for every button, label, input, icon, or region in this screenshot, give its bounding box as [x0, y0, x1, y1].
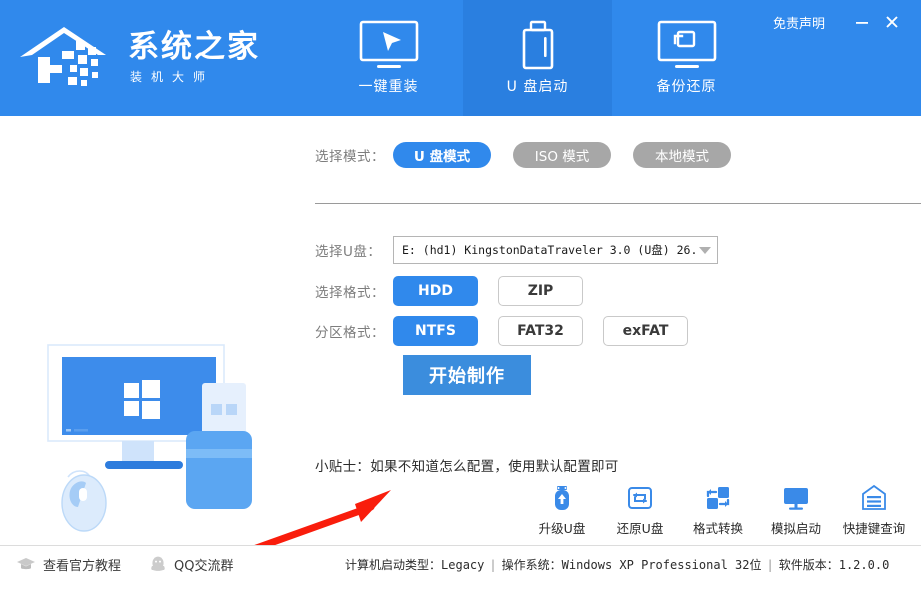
disclaimer-link[interactable]: 免责声明 [773, 13, 825, 32]
os-label: 操作系统： [501, 557, 562, 572]
close-button[interactable] [877, 10, 907, 34]
partition-select-row: 分区格式： NTFS FAT32 exFAT [315, 316, 708, 346]
info-separator: | [489, 557, 497, 572]
partition-option-fat32[interactable]: FAT32 [498, 316, 583, 346]
brand-logo[interactable]: 系统之家 装机大师 [0, 0, 300, 116]
usb-upgrade-icon [547, 481, 577, 515]
qq-penguin-icon [149, 555, 167, 573]
brand-title: 系统之家 [128, 28, 260, 65]
pc-monitor-usb-mouse-illustration [30, 331, 300, 551]
tip-text: 小贴士：如果不知道怎么配置，使用默认配置即可 [315, 459, 619, 475]
format-option-zip[interactable]: ZIP [498, 276, 583, 306]
info-separator: | [766, 557, 774, 572]
official-tutorial-link[interactable]: 查看官方教程 [16, 555, 121, 574]
tab-label: U 盘启动 [506, 79, 569, 95]
status-bar: 查看官方教程 QQ交流群 计算机启动类型：Legacy | 操作系统：Windows… [0, 545, 921, 582]
tool-label: 格式转换 [692, 521, 743, 536]
simulate-boot-monitor-icon [781, 481, 811, 515]
partition-option-exfat[interactable]: exFAT [603, 316, 688, 346]
partition-option-ntfs[interactable]: NTFS [393, 316, 478, 346]
boot-type-label: 计算机启动类型： [345, 557, 442, 572]
tab-label: 备份还原 [656, 79, 717, 95]
tutorial-label: 查看官方教程 [43, 558, 122, 574]
chevron-down-icon [699, 246, 711, 254]
tool-label: 快捷键查询 [842, 521, 906, 536]
usb-restore-icon [625, 481, 655, 515]
window-controls: 免责声明 [773, 10, 907, 34]
usb-drive-icon [502, 20, 574, 72]
panel-divider [315, 203, 921, 204]
tab-backup-restore[interactable]: 备份还原 [612, 0, 761, 116]
tool-format-convert[interactable]: 格式转换 [679, 481, 757, 537]
bottom-tool-strip: 升级U盘 还原U盘 格式转换 模拟启动 快捷键查询 [523, 481, 913, 545]
minimize-icon [856, 22, 868, 24]
boot-type-value: Legacy [441, 557, 485, 572]
app-window: 系统之家 装机大师 一键重装 U 盘启动 备份还原 免责声明 选择模式： U 盘… [0, 0, 921, 582]
cursor-screen-icon [353, 20, 425, 72]
format-convert-icon [703, 481, 733, 515]
tool-restore-usb[interactable]: 还原U盘 [601, 481, 679, 537]
tool-simulate-boot[interactable]: 模拟启动 [757, 481, 835, 537]
close-icon [886, 16, 898, 28]
start-make-button[interactable]: 开始制作 [403, 355, 531, 395]
version-value: 1.2.0.0 [838, 557, 890, 572]
app-header: 系统之家 装机大师 一键重装 U 盘启动 备份还原 免责声明 [0, 0, 921, 116]
header-tabs: 一键重装 U 盘启动 备份还原 [314, 0, 761, 116]
hotkey-lookup-icon [859, 481, 889, 515]
mode-label: 选择模式： [315, 149, 385, 165]
os-value: Windows XP Professional 32位 [561, 557, 762, 572]
house-pixel-logo-icon [18, 21, 126, 95]
tab-usb-boot[interactable]: U 盘启动 [463, 0, 612, 116]
mode-option-iso[interactable]: ISO 模式 [513, 142, 611, 168]
tool-label: 模拟启动 [770, 521, 821, 536]
qq-label: QQ交流群 [174, 558, 234, 574]
format-select-row: 选择格式： HDD ZIP [315, 276, 603, 306]
tool-label: 还原U盘 [616, 521, 664, 536]
minimize-button[interactable] [847, 10, 877, 34]
mode-option-usb[interactable]: U 盘模式 [393, 142, 491, 168]
partition-label: 分区格式： [315, 325, 385, 341]
mode-select-row: 选择模式： U 盘模式 ISO 模式 本地模式 [315, 142, 753, 168]
graduation-cap-icon [16, 556, 36, 572]
qq-group-link[interactable]: QQ交流群 [149, 555, 233, 574]
usb-drive-select[interactable]: E: (hd1) KingstonDataTraveler 3.0 (U盘) 2… [393, 236, 718, 264]
mode-option-local[interactable]: 本地模式 [633, 142, 731, 168]
format-option-hdd[interactable]: HDD [393, 276, 478, 306]
main-content: 选择模式： U 盘模式 ISO 模式 本地模式 选择U盘： E: (hd1) K… [0, 116, 921, 569]
tab-label: 一键重装 [358, 79, 419, 95]
version-label: 软件版本： [778, 557, 839, 572]
usb-label: 选择U盘： [315, 244, 382, 260]
system-info-text: 计算机启动类型：Legacy | 操作系统：Windows XP Professio… [345, 556, 889, 573]
format-label: 选择格式： [315, 285, 385, 301]
tool-hotkey-lookup[interactable]: 快捷键查询 [835, 481, 913, 537]
brand-subtitle: 装机大师 [130, 70, 215, 85]
usb-select-row: 选择U盘： E: (hd1) KingstonDataTraveler 3.0 … [315, 236, 718, 264]
tab-one-key-reinstall[interactable]: 一键重装 [314, 0, 463, 116]
usb-drive-selected-value: E: (hd1) KingstonDataTraveler 3.0 (U盘) 2… [402, 243, 695, 257]
tool-upgrade-usb[interactable]: 升级U盘 [523, 481, 601, 537]
tool-label: 升级U盘 [538, 521, 586, 536]
backup-windows-icon [651, 20, 723, 72]
